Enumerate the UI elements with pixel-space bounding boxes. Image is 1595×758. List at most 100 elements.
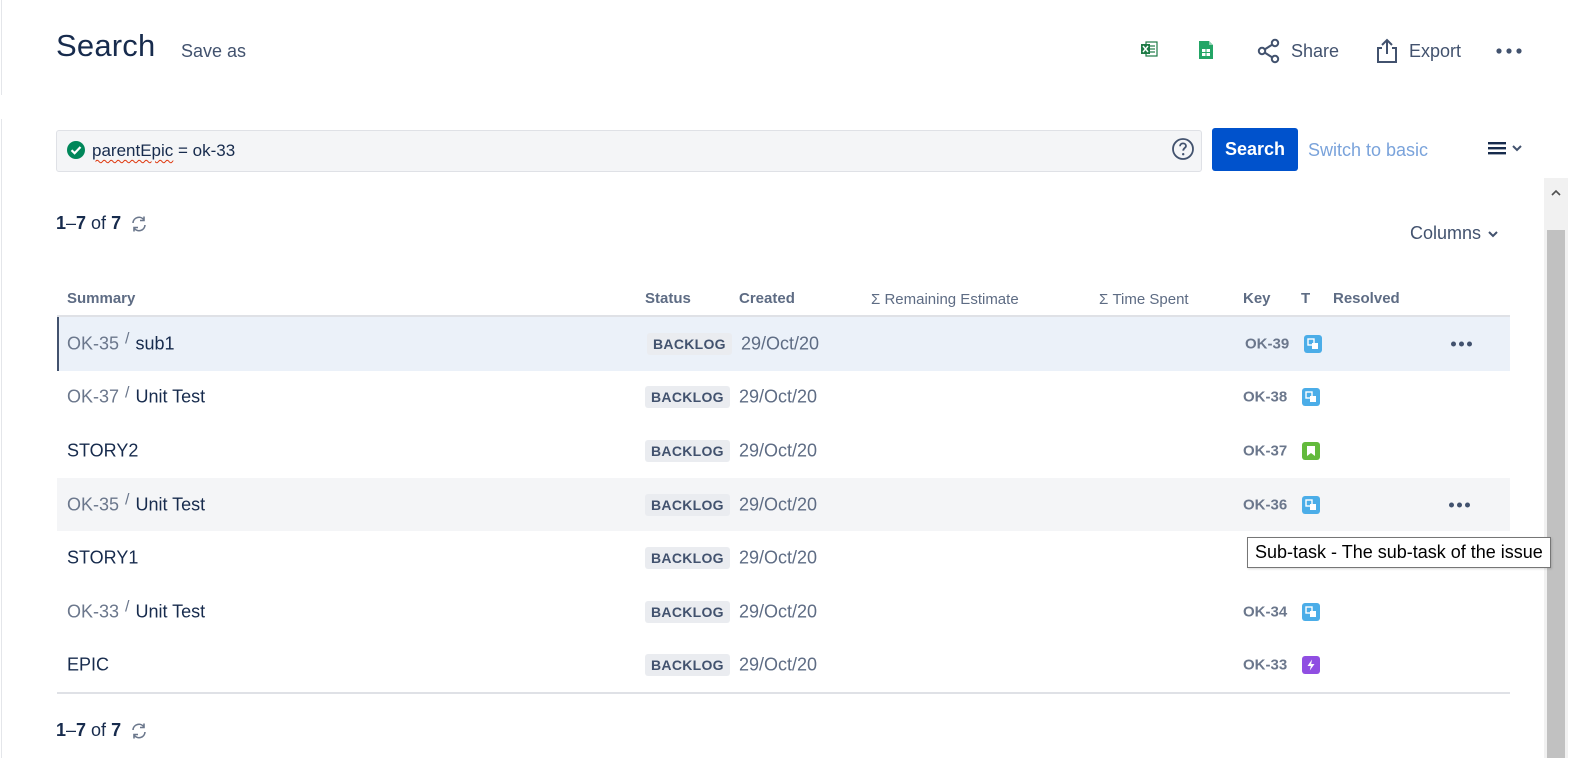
parent-separator: / — [125, 330, 130, 348]
story-icon — [1302, 441, 1320, 460]
created-date: 29/Oct/20 — [741, 333, 820, 354]
issue-key[interactable]: OK-36 — [1243, 496, 1287, 513]
total-count: 7 — [111, 213, 122, 233]
parent-key[interactable]: OK-35 — [67, 333, 119, 354]
share-label: Share — [1291, 40, 1340, 61]
count-of: of — [91, 213, 107, 233]
status-badge: BACKLOG — [645, 547, 730, 570]
issue-summary[interactable]: EPIC — [67, 655, 109, 676]
count-of: of — [91, 720, 107, 740]
view-switcher[interactable] — [1487, 140, 1523, 156]
row-actions-button[interactable] — [1451, 341, 1472, 347]
table-row[interactable]: OK-35 / sub1 BACKLOG 29/Oct/20 OK-39 — [57, 317, 1510, 371]
subtask-icon — [1302, 388, 1320, 407]
created-date: 29/Oct/20 — [739, 386, 818, 407]
table-row[interactable]: OK-37 / Unit Test BACKLOG 29/Oct/20 OK-38 — [57, 371, 1510, 425]
search-button[interactable]: Search — [1212, 128, 1298, 171]
issue-key[interactable]: OK-34 — [1243, 603, 1287, 620]
more-icon — [1496, 48, 1522, 54]
google-sheets-icon — [1199, 41, 1213, 59]
export-label: Export — [1409, 40, 1462, 61]
created-date: 29/Oct/20 — [739, 494, 818, 515]
list-view-icon — [1488, 142, 1506, 155]
column-key[interactable]: Key — [1243, 290, 1271, 307]
issue-summary[interactable]: Unit Test — [135, 601, 205, 622]
table-row[interactable]: OK-33 / Unit Test BACKLOG 29/Oct/20 OK-34 — [57, 585, 1510, 639]
share-button[interactable]: Share — [1256, 38, 1339, 64]
jql-query-input[interactable]: parentEpic = ok-33 — [56, 130, 1202, 172]
issue-key[interactable]: OK-37 — [1243, 442, 1287, 459]
issue-summary[interactable]: STORY2 — [67, 440, 138, 461]
share-icon — [1257, 38, 1280, 64]
parent-separator: / — [125, 598, 130, 616]
issue-summary[interactable]: sub1 — [135, 333, 174, 354]
excel-export-button[interactable] — [1140, 40, 1158, 58]
check-circle-icon — [67, 141, 85, 159]
range-start: 1 — [56, 720, 67, 740]
column-time-spent[interactable]: Σ Time Spent — [1099, 291, 1189, 308]
created-date: 29/Oct/20 — [739, 547, 818, 568]
parent-key[interactable]: OK-35 — [67, 494, 119, 515]
refresh-icon[interactable] — [130, 215, 148, 233]
created-date: 29/Oct/20 — [739, 601, 818, 622]
status-badge: BACKLOG — [647, 332, 732, 355]
summary-cell[interactable]: EPIC — [67, 655, 109, 676]
table-row[interactable]: STORY2 BACKLOG 29/Oct/20 OK-37 — [57, 424, 1510, 478]
created-date: 29/Oct/20 — [739, 440, 818, 461]
range-end: 7 — [76, 720, 87, 740]
issue-summary[interactable]: STORY1 — [67, 548, 138, 569]
refresh-icon[interactable] — [130, 722, 148, 740]
chevron-down-icon — [1488, 230, 1498, 237]
summary-cell[interactable]: OK-33 / Unit Test — [67, 598, 205, 622]
issues-table: Summary Status Created Σ Remaining Estim… — [57, 283, 1510, 695]
parent-separator: / — [125, 384, 130, 402]
summary-cell[interactable]: STORY1 — [67, 548, 138, 569]
jql-query-text[interactable]: parentEpic = ok-33 — [92, 141, 235, 161]
results-count-bottom: 1–7 of 7 — [56, 720, 148, 741]
left-edge-gap — [0, 95, 2, 119]
table-row[interactable]: OK-35 / Unit Test BACKLOG 29/Oct/20 OK-36 — [57, 477, 1510, 532]
help-icon[interactable] — [1171, 137, 1195, 161]
columns-label: Columns — [1410, 223, 1482, 243]
switch-to-basic-link[interactable]: Switch to basic — [1308, 140, 1428, 161]
row-actions-button[interactable] — [1449, 502, 1470, 508]
column-status[interactable]: Status — [645, 290, 691, 307]
issue-key[interactable]: OK-39 — [1245, 335, 1289, 352]
results-count-top: 1–7 of 7 — [56, 213, 148, 234]
save-as-button[interactable]: Save as — [181, 41, 246, 62]
column-created[interactable]: Created — [739, 290, 795, 307]
columns-button[interactable]: Columns — [1410, 223, 1499, 244]
summary-cell[interactable]: OK-37 / Unit Test — [67, 384, 205, 408]
column-type[interactable]: T — [1301, 290, 1310, 307]
vertical-scrollbar[interactable] — [1544, 178, 1568, 758]
scroll-up-arrow[interactable] — [1544, 178, 1568, 208]
scroll-thumb[interactable] — [1547, 230, 1565, 758]
issue-key[interactable]: OK-33 — [1243, 657, 1287, 674]
table-bottom-border — [57, 692, 1510, 695]
issue-summary[interactable]: Unit Test — [135, 494, 205, 515]
range-end: 7 — [76, 213, 87, 233]
export-icon — [1377, 38, 1397, 63]
issue-key[interactable]: OK-38 — [1243, 389, 1287, 406]
subtask-icon — [1304, 334, 1322, 353]
column-remaining-estimate[interactable]: Σ Remaining Estimate — [871, 291, 1019, 308]
status-badge: BACKLOG — [645, 386, 730, 409]
summary-cell[interactable]: STORY2 — [67, 440, 138, 461]
parent-key[interactable]: OK-33 — [67, 601, 119, 622]
summary-cell[interactable]: OK-35 / sub1 — [67, 330, 175, 354]
jql-condition: = ok-33 — [173, 141, 236, 160]
more-actions-button[interactable] — [1496, 48, 1522, 54]
status-badge: BACKLOG — [645, 439, 730, 462]
status-badge: BACKLOG — [645, 600, 730, 623]
summary-cell[interactable]: OK-35 / Unit Test — [67, 492, 205, 515]
google-sheets-button[interactable] — [1198, 40, 1214, 60]
status-badge: BACKLOG — [645, 654, 730, 677]
column-summary[interactable]: Summary — [67, 290, 135, 307]
total-count: 7 — [111, 720, 122, 740]
page-title: Search — [56, 28, 156, 63]
table-row[interactable]: EPIC BACKLOG 29/Oct/20 OK-33 — [57, 639, 1510, 693]
issue-summary[interactable]: Unit Test — [135, 387, 205, 408]
parent-key[interactable]: OK-37 — [67, 387, 119, 408]
export-button[interactable]: Export — [1376, 38, 1461, 64]
column-resolved[interactable]: Resolved — [1333, 290, 1400, 307]
